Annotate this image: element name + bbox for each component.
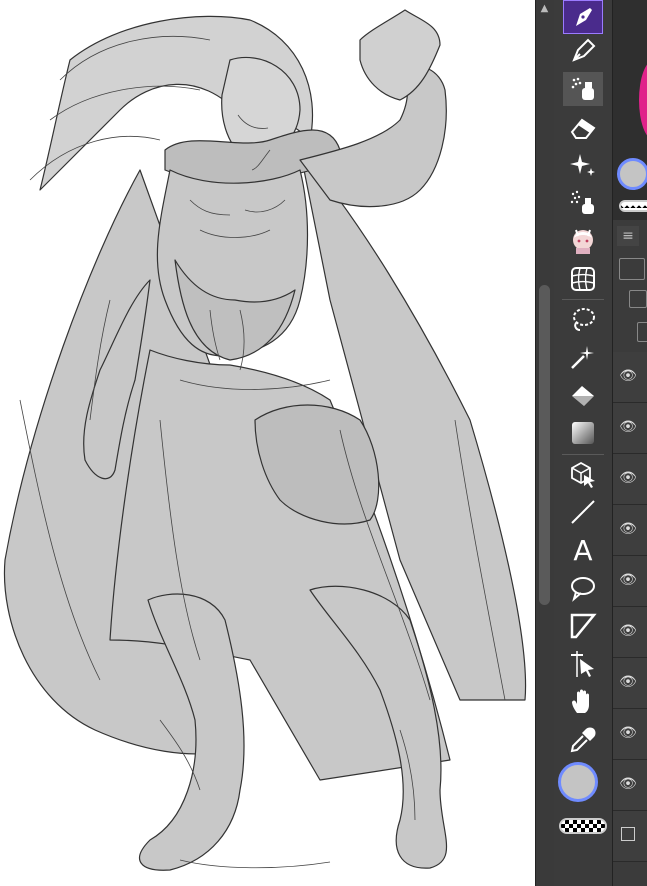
tool-separator: [562, 299, 604, 300]
gradient-tool[interactable]: [563, 416, 603, 450]
eye-icon[interactable]: 👁: [617, 774, 639, 794]
sketch-artwork: [3, 9, 527, 871]
eyedropper-icon: [570, 727, 596, 753]
layer-row[interactable]: 👁: [613, 556, 647, 607]
eraser-icon: [570, 118, 596, 139]
balloon-tool[interactable]: [563, 571, 603, 605]
pen-nib-tool[interactable]: [563, 0, 603, 34]
magic-wand-icon: [571, 346, 594, 369]
layer-copy-icon[interactable]: [629, 290, 647, 308]
layer-row[interactable]: 👁: [613, 403, 647, 454]
pen-tool[interactable]: [563, 34, 603, 68]
drawing-canvas[interactable]: [0, 0, 535, 886]
pen-nib-icon: [576, 8, 592, 26]
primary-color-swatch[interactable]: [558, 762, 598, 802]
layer-row[interactable]: 👁: [613, 505, 647, 556]
color-wheel-panel: [613, 0, 647, 220]
scroll-thumb[interactable]: [539, 285, 550, 605]
character-icon: [573, 229, 593, 254]
panel-transparent-toggle[interactable]: [619, 200, 647, 212]
tool-separator: [562, 454, 604, 455]
tool-palette: A: [554, 0, 612, 886]
layer-row[interactable]: [613, 811, 647, 862]
eraser-tool[interactable]: [563, 110, 603, 144]
eye-icon[interactable]: 👁: [617, 570, 639, 590]
transparent-color-toggle[interactable]: [559, 818, 607, 834]
spray-icon: [570, 190, 594, 214]
pen-icon: [572, 38, 596, 62]
hand-tool[interactable]: [563, 685, 603, 719]
right-panel: ≡ 👁 👁 👁 👁 👁 👁 👁 👁 👁: [612, 0, 647, 886]
new-layer-icon[interactable]: [619, 258, 645, 280]
hand-icon: [572, 689, 589, 713]
correct-line-icon: [571, 651, 594, 677]
eye-icon[interactable]: 👁: [617, 723, 639, 743]
layer-row[interactable]: 👁: [613, 760, 647, 811]
lasso-icon: [573, 308, 595, 331]
fill-icon: [572, 386, 594, 406]
eye-icon[interactable]: 👁: [617, 672, 639, 692]
sparkle-tool[interactable]: [563, 148, 603, 182]
3d-tool[interactable]: [563, 457, 603, 491]
line-icon: [571, 500, 595, 524]
canvas-scrollbar[interactable]: ▲: [535, 0, 554, 886]
airbrush-icon: [571, 77, 594, 100]
scroll-up-arrow-icon[interactable]: ▲: [538, 2, 551, 15]
eye-icon[interactable]: 👁: [617, 519, 639, 539]
sparkle-icon: [570, 154, 595, 176]
layer-row[interactable]: 👁: [613, 454, 647, 505]
frame-icon: [570, 613, 597, 639]
frame-tool[interactable]: [563, 609, 603, 643]
eye-icon[interactable]: 👁: [617, 621, 639, 641]
fill-tool[interactable]: [563, 378, 603, 412]
text-icon: A: [573, 533, 593, 567]
eyedropper-tool[interactable]: [563, 723, 603, 757]
layer-row[interactable]: 👁: [613, 709, 647, 760]
layer-row[interactable]: 👁: [613, 607, 647, 658]
eye-icon[interactable]: 👁: [617, 366, 639, 386]
layer-mask-icon[interactable]: [637, 322, 647, 342]
text-tool[interactable]: A: [563, 533, 603, 567]
color-wheel[interactable]: [639, 60, 647, 140]
layer-row[interactable]: 👁: [613, 352, 647, 403]
eye-icon[interactable]: 👁: [617, 468, 639, 488]
cube-cursor-icon: [571, 461, 595, 488]
magic-wand-tool[interactable]: [563, 340, 603, 374]
correct-line-tool[interactable]: [563, 647, 603, 681]
eye-icon[interactable]: 👁: [617, 417, 639, 437]
layer-menu-icon[interactable]: ≡: [617, 226, 639, 246]
speech-bubble-icon: [571, 577, 595, 602]
grid-tool[interactable]: [563, 262, 603, 296]
color-indicator[interactable]: [558, 762, 602, 806]
gradient-icon: [572, 422, 594, 444]
layer-row[interactable]: 👁: [613, 658, 647, 709]
panel-color-swatch[interactable]: [617, 158, 647, 190]
grid-icon: [571, 267, 595, 291]
spray-tool[interactable]: [563, 186, 603, 220]
character-sticker[interactable]: [563, 224, 603, 258]
lasso-tool[interactable]: [563, 302, 603, 336]
airbrush-tool[interactable]: [563, 72, 603, 106]
visibility-checkbox[interactable]: [621, 827, 635, 841]
line-tool[interactable]: [563, 495, 603, 529]
